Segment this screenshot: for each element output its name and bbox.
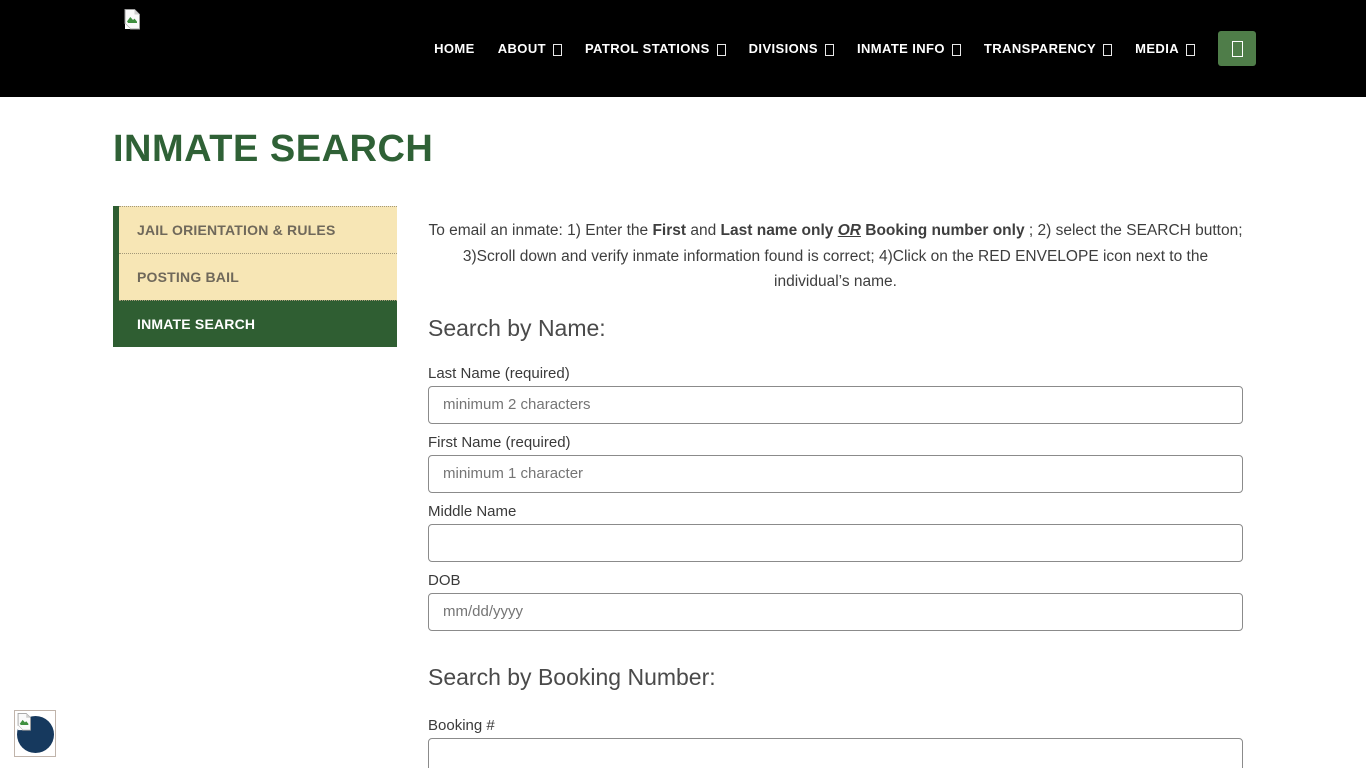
instructions-segment-or: OR [838,222,861,239]
sidebar-item-jail-orientation-rules[interactable]: JAIL ORIENTATION & RULES [119,206,397,253]
middle-name-label: Middle Name [428,503,1243,520]
nav-search-button[interactable] [1218,31,1256,66]
site-logo[interactable] [124,9,141,30]
search-icon [1232,41,1243,57]
first-name-label: First Name (required) [428,434,1243,451]
dob-input[interactable] [428,593,1243,631]
instructions-segment-bold: Last name only [721,222,838,239]
nav-item-label: TRANSPARENCY [984,41,1096,56]
page-title: INMATE SEARCH [113,128,1366,171]
main-nav: HOME ABOUT PATROL STATIONS DIVISIONS INM… [434,0,1256,97]
nav-item-transparency[interactable]: TRANSPARENCY [984,41,1112,56]
sidebar-item-posting-bail[interactable]: POSTING BAIL [119,253,397,300]
dropdown-caret-icon [553,44,562,56]
nav-item-label: PATROL STATIONS [585,41,710,56]
instructions-segment-bold: First [652,222,686,239]
nav-item-divisions[interactable]: DIVISIONS [749,41,834,56]
middle-name-input[interactable] [428,524,1243,562]
middle-name-field: Middle Name [428,503,1243,562]
nav-item-label: ABOUT [498,41,546,56]
nav-item-home[interactable]: HOME [434,41,475,56]
dropdown-caret-icon [717,44,726,56]
dropdown-caret-icon [1186,44,1195,56]
content-area: JAIL ORIENTATION & RULES POSTING BAIL IN… [113,206,1243,768]
nav-item-about[interactable]: ABOUT [498,41,562,56]
nav-item-label: HOME [434,41,475,56]
sidebar-item-inmate-search[interactable]: INMATE SEARCH [119,300,397,347]
nav-item-media[interactable]: MEDIA [1135,41,1195,56]
nav-item-label: INMATE INFO [857,41,945,56]
first-name-input[interactable] [428,455,1243,493]
inmate-search-form: To email an inmate: 1) Enter the First a… [428,206,1243,768]
top-nav-bar: HOME ABOUT PATROL STATIONS DIVISIONS INM… [0,0,1366,97]
booking-number-input[interactable] [428,738,1243,768]
search-by-booking-heading: Search by Booking Number: [428,664,1243,691]
nav-item-label: DIVISIONS [749,41,818,56]
accessibility-widget-button[interactable] [14,710,56,757]
booking-number-label: Booking # [428,717,1243,734]
dropdown-caret-icon [1103,44,1112,56]
dob-label: DOB [428,572,1243,589]
nav-item-label: MEDIA [1135,41,1179,56]
last-name-field: Last Name (required) [428,365,1243,424]
dob-field: DOB [428,572,1243,631]
dropdown-caret-icon [952,44,961,56]
search-by-name-heading: Search by Name: [428,315,1243,342]
first-name-field: First Name (required) [428,434,1243,493]
last-name-input[interactable] [428,386,1243,424]
last-name-label: Last Name (required) [428,365,1243,382]
dropdown-caret-icon [825,44,834,56]
instructions-segment-bold: Booking number only [861,222,1025,239]
instructions-segment: To email an inmate: 1) Enter the [428,222,652,239]
broken-image-icon [124,9,141,30]
sidebar-menu: JAIL ORIENTATION & RULES POSTING BAIL IN… [113,206,397,347]
broken-image-icon [17,713,32,731]
nav-item-inmate-info[interactable]: INMATE INFO [857,41,961,56]
instructions-text: To email an inmate: 1) Enter the First a… [428,218,1243,295]
booking-number-field: Booking # [428,717,1243,768]
instructions-segment: and [686,222,720,239]
nav-item-patrol-stations[interactable]: PATROL STATIONS [585,41,726,56]
